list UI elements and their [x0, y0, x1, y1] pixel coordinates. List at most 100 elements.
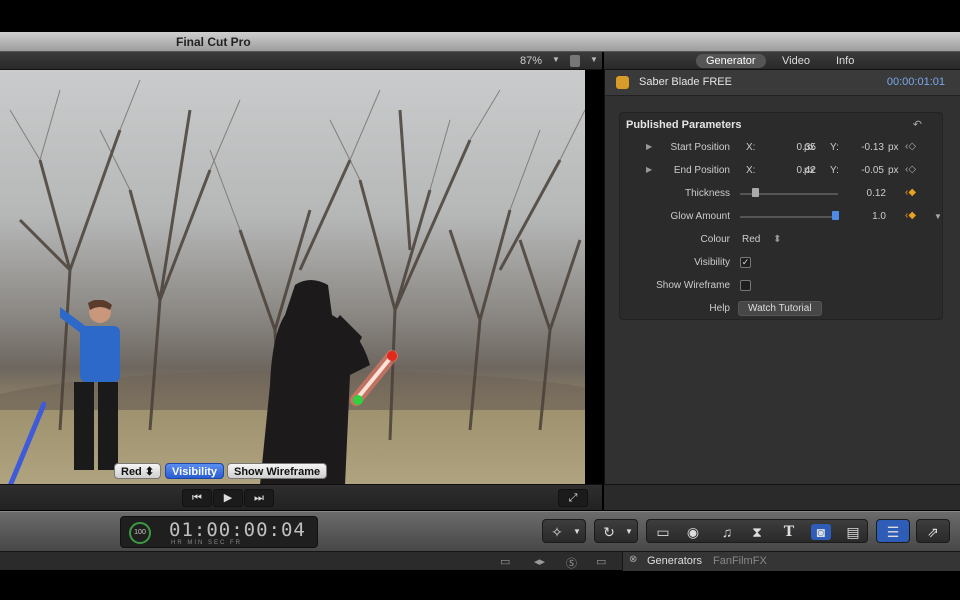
glow-value[interactable]: 1.0: [850, 211, 886, 222]
colour-popup[interactable]: Red ⬍: [742, 234, 782, 245]
param-label: Show Wireframe: [656, 280, 730, 291]
blue-saber: [8, 401, 46, 484]
keyframe-diamond-icon[interactable]: ‹◆: [905, 210, 916, 221]
reset-icon[interactable]: ↶: [913, 118, 922, 131]
view-options-icon[interactable]: [570, 55, 580, 67]
overlay-visibility-button[interactable]: Visibility: [165, 463, 225, 479]
wireframe-checkbox[interactable]: [740, 280, 751, 291]
audio-icon[interactable]: ◂▸: [534, 555, 545, 568]
unit-label: px: [888, 142, 899, 153]
overlay-wireframe-button[interactable]: Show Wireframe: [227, 463, 328, 479]
clip-appearance-icon[interactable]: ▭: [500, 555, 510, 568]
viewer-playback-bar: ⏮ ▶ ⏭ ⤢: [0, 484, 602, 510]
dropdown-icon: ▼: [625, 527, 633, 536]
snapping-icon[interactable]: Ⓢ: [566, 555, 577, 571]
x-label: X:: [746, 165, 756, 176]
start-y-value[interactable]: -0.13: [846, 142, 884, 153]
transitions-browser-icon[interactable]: ⧗: [747, 524, 767, 540]
dropdown-icon: ▼: [573, 527, 581, 536]
viewer-toolbar: 87% ▼ ▼: [0, 52, 602, 70]
param-label: Visibility: [694, 257, 730, 268]
param-visibility: Visibility ✓: [620, 254, 944, 272]
music-browser-icon[interactable]: ♫: [717, 524, 737, 540]
start-position-handle[interactable]: [353, 395, 363, 405]
unit-label: px: [804, 165, 815, 176]
fullscreen-icon[interactable]: ⤢: [558, 489, 588, 507]
param-label: Thickness: [684, 188, 730, 199]
thickness-value[interactable]: 0.12: [850, 188, 886, 199]
param-glow-amount: Glow Amount 1.0 ‹◆ ▼: [620, 208, 944, 226]
inspector-footer: [604, 484, 960, 510]
tab-generator[interactable]: Generator: [696, 54, 766, 68]
disclosure-triangle-icon[interactable]: ▶: [646, 165, 652, 174]
main-toolbar: 100 01:00:00:04 HR MIN SEC FR ✧ ▼ ↻ ▼ ▭ …: [0, 511, 960, 551]
inspector-tab-bar: Generator Video Info: [604, 52, 960, 70]
param-show-wireframe: Show Wireframe: [620, 277, 944, 295]
glow-amount-slider[interactable]: [740, 211, 839, 220]
keyframe-diamond-icon[interactable]: ‹◇: [905, 164, 916, 175]
slider-knob[interactable]: [752, 188, 759, 197]
animation-menu-icon[interactable]: ▼: [934, 212, 942, 221]
end-y-value[interactable]: -0.05: [846, 165, 884, 176]
zoom-level[interactable]: 87%: [520, 55, 542, 67]
inspector-toggle[interactable]: ☰: [876, 519, 910, 543]
themes-browser-icon[interactable]: ▤: [843, 524, 863, 540]
titles-browser-icon[interactable]: T: [779, 524, 799, 540]
event-browser-icon[interactable]: ▭: [653, 524, 673, 540]
y-label: Y:: [830, 142, 839, 153]
param-label: Start Position: [670, 142, 730, 153]
zoom-icon[interactable]: ▭: [596, 555, 606, 568]
param-label: Help: [709, 303, 730, 314]
red-saber-blade: [350, 350, 398, 406]
browser-bar: ⊗ Generators FanFilmFX: [622, 552, 960, 571]
section-title: Published Parameters: [626, 119, 742, 131]
disclosure-triangle-icon[interactable]: ▶: [646, 142, 652, 151]
viewer-video-frame[interactable]: Red ⬍ Visibility Show Wireframe: [0, 70, 585, 484]
keyframe-diamond-icon[interactable]: ‹◇: [905, 141, 916, 152]
inspector-header: Saber Blade FREE 00:00:01:01: [605, 70, 960, 96]
browser-category[interactable]: Generators: [647, 555, 702, 567]
tab-video[interactable]: Video: [772, 54, 820, 68]
watch-tutorial-button[interactable]: Watch Tutorial: [738, 301, 822, 316]
photo-browser-icon[interactable]: ◉: [683, 524, 703, 540]
param-colour: Colour Red ⬍: [620, 231, 944, 249]
view-options-dropdown-icon[interactable]: ▼: [590, 55, 598, 64]
param-end-position: ▶ End Position X: 0.42 px Y: -0.05 px ‹◇: [620, 162, 944, 180]
visibility-checkbox[interactable]: ✓: [740, 257, 751, 268]
magic-wand-icon: ✧: [551, 524, 563, 540]
thickness-slider[interactable]: [740, 188, 838, 197]
param-help: Help Watch Tutorial: [620, 300, 944, 318]
share-button[interactable]: ⇗: [916, 519, 950, 543]
overlay-colour-popup[interactable]: Red ⬍: [114, 463, 162, 479]
colour-value: Red: [742, 234, 761, 245]
unit-label: px: [888, 165, 899, 176]
retime-menu[interactable]: ↻ ▼: [594, 519, 638, 543]
end-position-handle[interactable]: [387, 351, 397, 361]
tab-info[interactable]: Info: [826, 54, 864, 68]
keyframe-diamond-icon[interactable]: ‹◆: [905, 187, 916, 198]
play-icon[interactable]: ▶: [213, 489, 243, 507]
zoom-dropdown-icon[interactable]: ▼: [552, 55, 560, 64]
previous-edit-icon[interactable]: ⏮: [182, 489, 212, 507]
generator-duration: 00:00:01:01: [886, 76, 945, 88]
dashboard-timecode[interactable]: 100 01:00:00:04 HR MIN SEC FR: [120, 516, 318, 548]
param-start-position: ▶ Start Position X: 0.35 px Y: -0.13 px …: [620, 139, 944, 157]
background-tasks-ring[interactable]: 100: [129, 522, 151, 544]
generators-browser-icon[interactable]: ◙: [811, 524, 831, 540]
title-bar: Final Cut Pro: [0, 32, 960, 52]
inspector-panel: Saber Blade FREE 00:00:01:01 Published P…: [604, 70, 960, 510]
slider-knob[interactable]: [832, 211, 839, 220]
bottom-status-bar: ▭ ◂▸ Ⓢ ▭ ⊗ Generators FanFilmFX: [0, 551, 960, 571]
param-label: Colour: [700, 234, 730, 245]
enhancements-menu[interactable]: ✧ ▼: [542, 519, 586, 543]
speedometer-icon: ↻: [603, 524, 615, 540]
next-edit-icon[interactable]: ⏭: [244, 489, 274, 507]
popup-arrows-icon: ⬍: [773, 234, 782, 245]
app-title: Final Cut Pro: [176, 35, 251, 49]
published-parameters-section: Published Parameters ↶ ▶ Start Position …: [619, 112, 943, 320]
browser-item[interactable]: FanFilmFX: [713, 555, 767, 567]
browser-toggles: ▭ ◉ ♫ ⧗ T ◙ ▤: [646, 519, 868, 543]
share-icon: ⇗: [927, 524, 939, 540]
close-icon[interactable]: ⊗: [629, 554, 637, 565]
x-label: X:: [746, 142, 756, 153]
